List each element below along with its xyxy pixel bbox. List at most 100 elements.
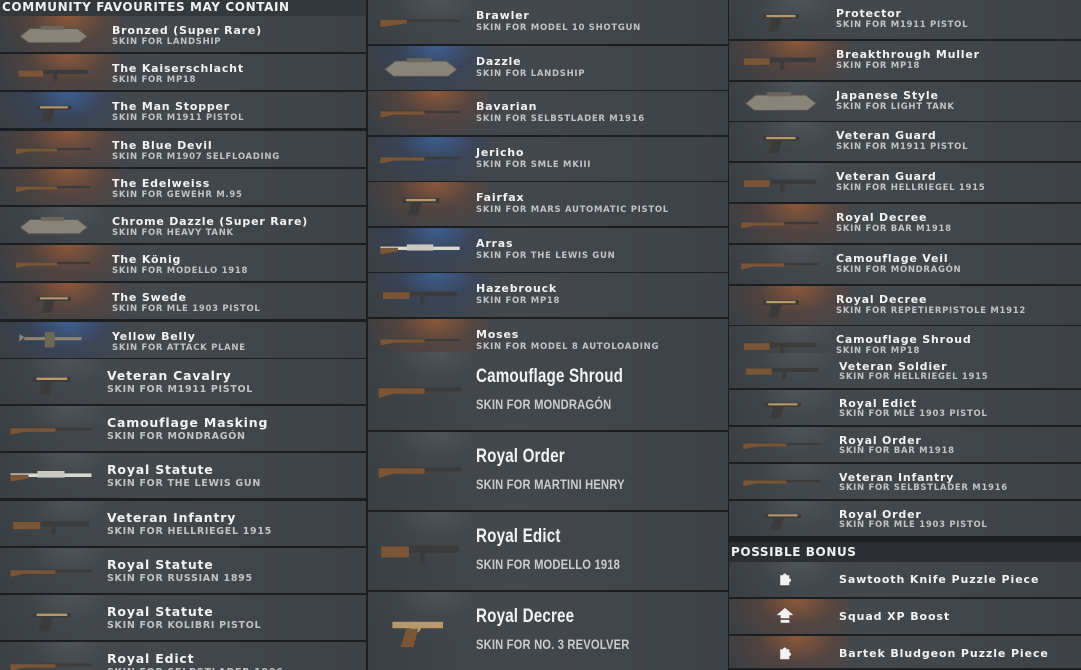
item-card-veteran-infantry[interactable]: Veteran Infantry SKIN FOR HELLRIEGEL 1915 bbox=[0, 500, 366, 548]
item-subtitle: SKIN FOR LANDSHIP bbox=[112, 37, 222, 47]
item-card-jericho[interactable]: Jericho SKIN FOR SMLE MKIII bbox=[368, 136, 728, 183]
item-card-protector[interactable]: Protector SKIN FOR M1911 PISTOL bbox=[729, 0, 1081, 41]
item-subtitle: SKIN FOR MODEL 10 SHOTGUN bbox=[476, 23, 641, 33]
column-right: Protector SKIN FOR M1911 PISTOL Breakthro… bbox=[729, 0, 1081, 670]
item-name: Royal Decree bbox=[836, 211, 928, 224]
item-card-brawler[interactable]: Brawler SKIN FOR MODEL 10 SHOTGUN bbox=[368, 0, 728, 46]
item-card-veteran-soldier[interactable]: Veteran Soldier SKIN FOR HELLRIEGEL 1915 bbox=[729, 353, 1081, 390]
item-name: Dazzle bbox=[476, 54, 522, 68]
item-subtitle: SKIN FOR MLE 1903 PISTOL bbox=[839, 520, 988, 530]
item-name: Royal Statute bbox=[107, 604, 214, 619]
item-card-yellow-belly[interactable]: Yellow Belly SKIN FOR ATTACK PLANE bbox=[0, 321, 366, 360]
item-card-royal-edict[interactable]: Royal EdictSKIN FOR SELBSTLADER 1906 bbox=[0, 642, 366, 670]
item-subtitle: SKIN FOR MARTINI HENRY bbox=[476, 476, 625, 492]
rifle-icon bbox=[12, 251, 94, 277]
item-card-the-kaiserschlacht[interactable]: The Kaiserschlacht SKIN FOR MP18 bbox=[0, 54, 366, 93]
item-card-japanese-style[interactable]: Japanese Style SKIN FOR LIGHT TANK bbox=[729, 81, 1081, 123]
item-subtitle: SKIN FOR MODEL 8 AUTOLOADING bbox=[476, 341, 660, 352]
tank-icon bbox=[737, 88, 823, 116]
pistol-icon bbox=[6, 368, 96, 398]
tank-icon bbox=[12, 22, 94, 48]
item-card-the-k-nig[interactable]: The König SKIN FOR MODELLO 1918 bbox=[0, 245, 366, 284]
item-card-the-edelweiss[interactable]: The Edelweiss SKIN FOR GEWEHR M.95 bbox=[0, 168, 366, 207]
item-subtitle: SKIN FOR BAR M1918 bbox=[836, 224, 952, 234]
rifle-icon bbox=[376, 99, 464, 127]
bonus-card-squad-xp-boost[interactable]: Squad XP Boost bbox=[729, 599, 1081, 636]
item-card-royal-statute[interactable]: Royal Statute SKIN FOR KOLIBRI PISTOL bbox=[0, 595, 366, 642]
item-subtitle: SKIN FOR THE LEWIS GUN bbox=[476, 250, 616, 261]
item-subtitle: SKIN FOR SMLE MKIII bbox=[476, 159, 592, 170]
item-card-hazebrouck[interactable]: Hazebrouck SKIN FOR MP18 bbox=[368, 273, 728, 319]
revolver-icon bbox=[374, 608, 466, 654]
item-name: Camouflage Masking bbox=[107, 415, 269, 431]
pistol-icon bbox=[737, 128, 823, 156]
item-subtitle: SKIN FOR M1907 SELFLOADING bbox=[112, 151, 280, 162]
item-card-dazzle[interactable]: Dazzle SKIN FOR LANDSHIP bbox=[368, 45, 728, 92]
item-card-veteran-guard[interactable]: Veteran Guard SKIN FOR HELLRIEGEL 1915 bbox=[729, 163, 1081, 205]
item-card-the-swede[interactable]: The Swede SKIN FOR MLE 1903 PISTOL bbox=[0, 283, 366, 322]
item-subtitle: SKIN FOR LIGHT TANK bbox=[836, 101, 955, 112]
item-card-royal-order[interactable]: Royal Order SKIN FOR BAR M1918 bbox=[729, 427, 1081, 464]
item-subtitle: SKIN FOR MONDRAGÓN bbox=[836, 264, 962, 275]
item-card-royal-order[interactable]: Royal Order SKIN FOR MARTINI HENRY bbox=[368, 432, 728, 512]
item-card-royal-edict[interactable]: Royal Edict SKIN FOR MODELLO 1918 bbox=[368, 512, 728, 592]
item-subtitle: SKIN FOR MLE 1903 PISTOL bbox=[112, 304, 261, 315]
rifle-icon bbox=[6, 415, 96, 445]
smg-icon bbox=[12, 60, 94, 86]
item-card-veteran-infantry[interactable]: Veteran Infantry SKIN FOR SELBSTLADER M19… bbox=[729, 464, 1081, 501]
item-name: Royal Decree bbox=[476, 606, 575, 627]
item-name: Veteran Guard bbox=[836, 170, 937, 184]
item-card-royal-decree[interactable]: Royal Decree SKIN FOR NO. 3 REVOLVER bbox=[368, 592, 728, 670]
item-name: The Kaiserschlacht bbox=[112, 62, 244, 76]
item-name: Japanese Style bbox=[836, 88, 939, 102]
smg-icon bbox=[737, 169, 823, 197]
item-card-royal-decree[interactable]: Royal Decree SKIN FOR REPETIERPISTOLE M19… bbox=[729, 285, 1081, 327]
item-card-fairfax[interactable]: Fairfax SKIN FOR MARS AUTOMATIC PISTOL bbox=[368, 182, 728, 228]
item-subtitle: SKIN FOR HELLRIEGEL 1915 bbox=[107, 525, 272, 537]
item-card-chrome-dazzle-super-rare[interactable]: Chrome Dazzle (Super Rare) SKIN FOR HEAVY… bbox=[0, 207, 366, 245]
item-card-bavarian[interactable]: Bavarian SKIN FOR SELBSTLADER M1916 bbox=[368, 91, 728, 137]
item-subtitle: SKIN FOR HELLRIEGEL 1915 bbox=[839, 372, 989, 382]
item-card-bronzed-super-rare[interactable]: Bronzed (Super Rare) SKIN FOR LANDSHIP bbox=[0, 16, 366, 54]
item-subtitle: SKIN FOR RUSSIAN 1895 bbox=[107, 572, 253, 584]
bonus-card-bartek-bludgeon-puzzle-piece[interactable]: Bartek Bludgeon Puzzle Piece bbox=[729, 636, 1081, 670]
item-name: Brawler bbox=[476, 9, 530, 22]
item-name: Breakthrough Muller bbox=[836, 47, 980, 61]
bonus-name: Sawtooth Knife Puzzle Piece bbox=[839, 573, 1040, 586]
item-name: The König bbox=[112, 253, 182, 267]
item-card-the-blue-devil[interactable]: The Blue Devil SKIN FOR M1907 SELFLOADING bbox=[0, 130, 366, 169]
item-subtitle: SKIN FOR M1911 PISTOL bbox=[836, 20, 969, 30]
item-card-royal-statute[interactable]: Royal Statute SKIN FOR THE LEWIS GUN bbox=[0, 453, 366, 501]
item-card-camouflage-veil[interactable]: Camouflage Veil SKIN FOR MONDRAGÓN bbox=[729, 244, 1081, 286]
rifle-icon bbox=[374, 448, 466, 494]
rifle-icon bbox=[374, 368, 466, 414]
item-card-veteran-cavalry[interactable]: Veteran Cavalry SKIN FOR M1911 PISTOL bbox=[0, 359, 366, 406]
item-subtitle: SKIN FOR MODELLO 1918 bbox=[476, 556, 621, 572]
rifle-icon bbox=[376, 327, 464, 355]
item-card-arras[interactable]: Arras SKIN FOR THE LEWIS GUN bbox=[368, 227, 728, 274]
item-subtitle: SKIN FOR NO. 3 REVOLVER bbox=[476, 636, 630, 652]
item-card-royal-order[interactable]: Royal Order SKIN FOR MLE 1903 PISTOL bbox=[729, 501, 1081, 538]
item-name: Chrome Dazzle (Super Rare) bbox=[112, 215, 309, 228]
item-card-royal-edict[interactable]: Royal Edict SKIN FOR MLE 1903 PISTOL bbox=[729, 390, 1081, 427]
item-card-the-man-stopper[interactable]: The Man Stopper SKIN FOR M1911 PISTOL bbox=[0, 92, 366, 131]
item-subtitle: SKIN FOR SELBSTLADER M1916 bbox=[839, 483, 1008, 493]
rifle-icon bbox=[376, 145, 464, 173]
pistol-icon bbox=[737, 292, 823, 320]
item-subtitle: SKIN FOR MONDRAGÓN bbox=[476, 396, 612, 412]
item-name: Royal Edict bbox=[107, 651, 195, 667]
column-left: COMMUNITY FAVOURITES MAY CONTAIN Bronzed… bbox=[0, 0, 366, 670]
item-card-breakthrough-muller[interactable]: Breakthrough Muller SKIN FOR MP18 bbox=[729, 40, 1081, 82]
item-card-royal-statute[interactable]: Royal Statute SKIN FOR RUSSIAN 1895 bbox=[0, 547, 366, 595]
item-card-camouflage-masking[interactable]: Camouflage Masking SKIN FOR MONDRAGÓN bbox=[0, 406, 366, 454]
item-name: Royal Statute bbox=[107, 556, 214, 572]
item-card-royal-decree[interactable]: Royal Decree SKIN FOR BAR M1918 bbox=[729, 204, 1081, 245]
bonus-card-sawtooth-knife-puzzle-piece[interactable]: Sawtooth Knife Puzzle Piece bbox=[729, 562, 1081, 599]
rifle-icon bbox=[6, 557, 96, 587]
item-subtitle: SKIN FOR MP18 bbox=[836, 60, 921, 71]
pistol-icon bbox=[376, 190, 464, 218]
item-name: The Blue Devil bbox=[112, 138, 213, 152]
pistol-icon bbox=[737, 6, 823, 34]
item-card-veteran-guard[interactable]: Veteran Guard SKIN FOR M1911 PISTOL bbox=[729, 122, 1081, 164]
item-card-camouflage-shroud[interactable]: Camouflage Shroud SKIN FOR MONDRAGÓN bbox=[368, 352, 728, 432]
